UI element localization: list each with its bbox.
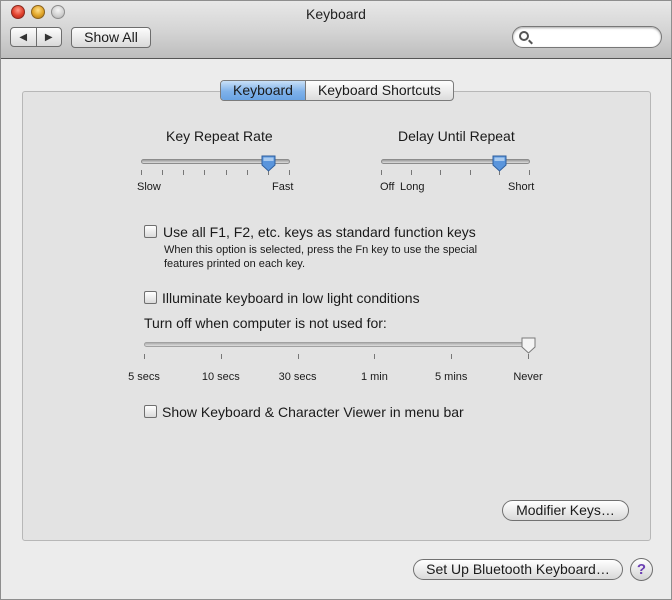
slider-tick xyxy=(226,170,227,175)
slider-tick xyxy=(451,354,452,359)
delay-until-repeat-ticks xyxy=(381,170,530,175)
turn-off-track[interactable] xyxy=(144,342,529,347)
back-button[interactable]: ◀ xyxy=(11,28,36,46)
delay-until-repeat-knob[interactable] xyxy=(492,155,507,172)
turn-off-ticks xyxy=(144,354,529,359)
key-repeat-rate-title: Key Repeat Rate xyxy=(166,128,273,144)
turn-off-stop-label: 1 min xyxy=(360,371,388,383)
slider-tick xyxy=(289,170,290,175)
delay-short-label: Short xyxy=(508,181,535,193)
slider-tick xyxy=(144,354,145,359)
keyboard-preferences-window: Keyboard ◀ ▶ Show All Keyboard Keyboard … xyxy=(0,0,672,600)
illuminate-keyboard-checkbox[interactable] xyxy=(144,291,157,304)
search-field[interactable] xyxy=(512,26,662,48)
tab-keyboard[interactable]: Keyboard xyxy=(221,81,305,100)
slider-tick xyxy=(440,170,441,175)
slider-tick xyxy=(162,170,163,175)
help-button[interactable]: ? xyxy=(630,558,653,581)
keyboard-viewer-checkbox[interactable] xyxy=(144,405,157,418)
function-keys-label[interactable]: Use all F1, F2, etc. keys as standard fu… xyxy=(163,224,476,240)
key-repeat-rate-knob[interactable] xyxy=(261,155,276,172)
window-title: Keyboard xyxy=(306,6,366,22)
slider-tick xyxy=(411,170,412,175)
slider-tick xyxy=(470,170,471,175)
function-keys-checkbox[interactable] xyxy=(144,225,157,238)
forward-button[interactable]: ▶ xyxy=(35,28,62,46)
slider-tick xyxy=(528,354,529,359)
forward-arrow-icon: ▶ xyxy=(44,31,53,43)
slider-tick xyxy=(298,354,299,359)
slider-tick xyxy=(141,170,142,175)
turn-off-stop-label: 30 secs xyxy=(278,371,317,383)
delay-off-label: Off xyxy=(380,181,395,193)
slider-tick xyxy=(529,170,530,175)
slider-tick xyxy=(374,354,375,359)
search-icon xyxy=(519,31,529,41)
turn-off-stop-label: Never xyxy=(513,371,543,383)
delay-long-label: Long xyxy=(400,181,425,193)
back-forward-control: ◀ ▶ xyxy=(10,27,62,47)
delay-until-repeat-track[interactable] xyxy=(381,159,530,164)
slider-tick xyxy=(381,170,382,175)
slider-tick xyxy=(183,170,184,175)
modifier-keys-button[interactable]: Modifier Keys… xyxy=(502,500,629,521)
tab-keyboard-shortcuts[interactable]: Keyboard Shortcuts xyxy=(304,81,453,100)
turn-off-stop-label: 5 mins xyxy=(434,371,468,383)
title-bar: Keyboard ◀ ▶ Show All xyxy=(1,1,671,59)
tab-bar: Keyboard Keyboard Shortcuts xyxy=(220,80,454,101)
search-input[interactable] xyxy=(535,29,655,45)
turn-off-label: Turn off when computer is not used for: xyxy=(144,315,387,331)
function-keys-description-line2: features printed on each key. xyxy=(164,258,306,270)
keyboard-viewer-label[interactable]: Show Keyboard & Character Viewer in menu… xyxy=(162,404,464,420)
help-question-icon: ? xyxy=(636,561,647,578)
turn-off-stop-label: 10 secs xyxy=(201,371,240,383)
key-repeat-fast-label: Fast xyxy=(272,181,294,193)
set-up-bluetooth-keyboard-button[interactable]: Set Up Bluetooth Keyboard… xyxy=(413,559,623,580)
slider-tick xyxy=(247,170,248,175)
key-repeat-slow-label: Slow xyxy=(137,181,161,193)
function-keys-description-line1: When this option is selected, press the … xyxy=(164,244,478,256)
turn-off-stop-label: 5 secs xyxy=(128,371,160,383)
show-all-button[interactable]: Show All xyxy=(71,27,151,48)
turn-off-knob[interactable] xyxy=(521,337,536,354)
back-arrow-icon: ◀ xyxy=(19,31,28,43)
slider-tick xyxy=(221,354,222,359)
illuminate-keyboard-label[interactable]: Illuminate keyboard in low light conditi… xyxy=(162,290,420,306)
slider-tick xyxy=(204,170,205,175)
delay-until-repeat-title: Delay Until Repeat xyxy=(398,128,515,144)
